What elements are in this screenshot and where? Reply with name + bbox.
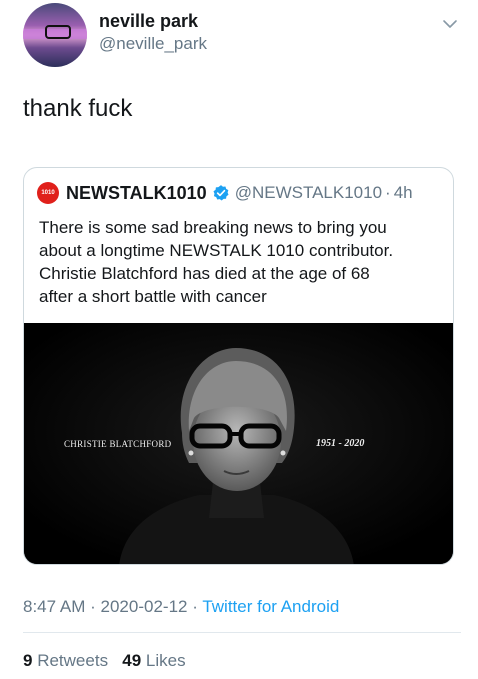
chevron-down-icon[interactable]: [440, 14, 460, 34]
quoted-text: There is some sad breaking news to bring…: [39, 216, 444, 308]
quoted-text-line: Christie Blatchford has died at the age …: [39, 264, 370, 283]
avatar-glasses: [45, 25, 71, 39]
tweet-meta: 8:47 AM · 2020-02-12 · Twitter for Andro…: [23, 596, 339, 618]
quoted-header: 1010 NEWSTALK1010 @NEWSTALK1010 · 4h: [37, 181, 413, 205]
avatar[interactable]: [23, 3, 87, 67]
quoted-time: 4h: [393, 183, 413, 202]
likes-count: 49: [122, 651, 142, 670]
tweet-time[interactable]: 8:47 AM: [23, 597, 85, 616]
quoted-text-line: about a longtime NEWSTALK 1010 contribut…: [39, 241, 394, 260]
author-name[interactable]: neville park: [99, 10, 198, 32]
tweet-stats: 9 Retweets 49 Likes: [23, 650, 186, 672]
quoted-image[interactable]: CHRISTIE BLATCHFORD 1951 - 2020: [24, 323, 453, 564]
likes-label: Likes: [145, 651, 186, 670]
quoted-author-handle: @NEWSTALK1010: [234, 183, 383, 202]
tweet-text: thank fuck: [23, 95, 133, 122]
quoted-text-line: after a short battle with cancer: [39, 287, 267, 306]
tweet-source-link[interactable]: Twitter for Android: [202, 597, 339, 616]
likes-stat[interactable]: 49 Likes: [122, 651, 185, 670]
quoted-tweet[interactable]: 1010 NEWSTALK1010 @NEWSTALK1010 · 4h The…: [23, 167, 454, 565]
quoted-author-name: NEWSTALK1010: [66, 182, 207, 203]
tweet-date[interactable]: 2020-02-12: [101, 597, 188, 616]
newstalk-logo: 1010: [37, 182, 59, 204]
meta-separator: ·: [192, 597, 198, 616]
retweets-label: Retweets: [37, 651, 109, 670]
author-handle[interactable]: @neville_park: [99, 33, 207, 55]
image-caption-years: 1951 - 2020: [316, 438, 365, 449]
quoted-separator: ·: [385, 183, 391, 202]
retweets-count: 9: [23, 651, 33, 670]
verified-badge-icon: [213, 185, 229, 201]
retweets-stat[interactable]: 9 Retweets: [23, 651, 113, 670]
divider: [23, 632, 461, 633]
quoted-text-line: There is some sad breaking news to bring…: [39, 218, 387, 237]
image-caption-name: CHRISTIE BLATCHFORD: [64, 439, 172, 449]
meta-separator: ·: [90, 597, 96, 616]
